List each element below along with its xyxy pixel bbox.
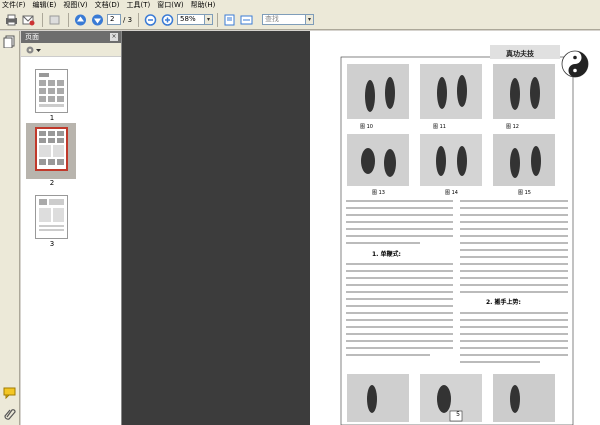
section-heading: 1. 单鞭式: (372, 251, 401, 258)
zoom-out-button[interactable] (143, 13, 157, 27)
thumbnail-label: 3 (49, 240, 55, 248)
menu-edit[interactable]: 编辑(E) (33, 0, 57, 10)
menu-bar: 文件(F) 编辑(E) 视图(V) 文档(D) 工具(T) 窗口(W) 帮助(H… (0, 0, 600, 10)
paperclip-icon (4, 409, 16, 420)
figure-caption: 图 12 (506, 124, 519, 130)
menu-window[interactable]: 窗口(W) (157, 0, 183, 10)
figure-caption: 图 15 (518, 190, 531, 196)
zoom-in-icon (161, 13, 173, 26)
pdf-reader-window: 文件(F) 编辑(E) 视图(V) 文档(D) 工具(T) 窗口(W) 帮助(H… (0, 0, 600, 425)
zoom-out-icon (144, 13, 156, 26)
pages-icon (3, 35, 15, 49)
thumbnail-list: 1 2 3 (21, 57, 121, 425)
zoom-in-button[interactable] (160, 13, 174, 27)
panel-header: 页面 × (21, 31, 121, 43)
document-scroll-area[interactable] (122, 31, 310, 425)
pages-panel-button[interactable] (3, 35, 16, 49)
fit-width-button[interactable] (239, 13, 253, 27)
menu-document[interactable]: 文档(D) (95, 0, 120, 10)
navigation-strip (0, 31, 20, 425)
zoom-input[interactable]: 58% (177, 14, 206, 25)
search-input[interactable]: 查找 (262, 14, 307, 25)
document-page: 真功夫技 图 10 图 11 图 12 图 13 图 14 图 15 1. 单鞭… (310, 31, 600, 425)
toolbar-separator (138, 12, 140, 27)
page-content (340, 45, 589, 425)
page-number-input[interactable]: 2 (107, 14, 121, 25)
menu-view[interactable]: 视图(V) (63, 0, 87, 10)
toolbar: 2 / 3 58% ▾ 查找 ▾ (0, 10, 600, 30)
previous-page-button[interactable] (73, 13, 87, 27)
printer-icon (5, 14, 17, 25)
toolbar-separator (42, 12, 43, 27)
comments-button[interactable] (3, 386, 16, 400)
chevron-down-icon[interactable]: ▾ (205, 14, 214, 25)
thumbnail-label: 2 (49, 179, 55, 187)
options-menu-icon[interactable] (25, 45, 43, 55)
hand-tool-button[interactable] (47, 13, 61, 27)
close-icon[interactable]: × (110, 33, 118, 41)
figure-caption: 图 10 (360, 124, 373, 130)
figure-caption: 图 13 (372, 190, 385, 196)
page-thumbnail[interactable] (35, 69, 68, 113)
pages-panel: 页面 × 1 2 3 (21, 31, 122, 425)
panel-options (21, 43, 121, 57)
email-button[interactable] (21, 13, 35, 27)
fit-page-icon (224, 14, 235, 25)
figure-caption: 图 14 (445, 190, 458, 196)
fit-page-button[interactable] (222, 13, 236, 27)
section-heading: 2. 搬手上势: (486, 299, 521, 306)
arrow-down-icon (91, 14, 103, 25)
figure-caption: 图 11 (433, 124, 446, 130)
email-attach-icon (22, 15, 34, 25)
toolbar-separator (217, 12, 219, 27)
arrow-up-icon (74, 14, 86, 25)
thumbnail-label: 1 (49, 114, 55, 122)
menu-file[interactable]: 文件(F) (2, 0, 26, 10)
toolbar-separator (68, 12, 69, 27)
thumbnail-preview-image (39, 199, 64, 231)
page-total-label: / 3 (123, 15, 133, 24)
next-page-button[interactable] (90, 13, 104, 27)
page-number: 5 (456, 411, 460, 418)
thumbnail-preview-image (39, 131, 64, 165)
document-header-title: 真功夫技 (506, 50, 534, 58)
search-combo[interactable]: 查找 ▾ (262, 14, 315, 25)
print-button[interactable] (4, 13, 18, 27)
panel-title: 页面 (25, 33, 39, 41)
fit-width-icon (240, 15, 253, 24)
thumbnail-preview-image (39, 73, 64, 107)
attachments-button[interactable] (3, 407, 16, 420)
chevron-down-icon[interactable]: ▾ (306, 14, 315, 25)
menu-tools[interactable]: 工具(T) (127, 0, 151, 10)
page-thumbnail[interactable] (35, 195, 68, 239)
menu-help[interactable]: 帮助(H) (191, 0, 216, 10)
hand-icon (49, 15, 59, 24)
zoom-combo[interactable]: 58% ▾ (177, 14, 214, 25)
page-thumbnail-selected[interactable] (35, 127, 68, 171)
yin-yang-icon (561, 50, 589, 78)
comment-icon (3, 387, 16, 400)
